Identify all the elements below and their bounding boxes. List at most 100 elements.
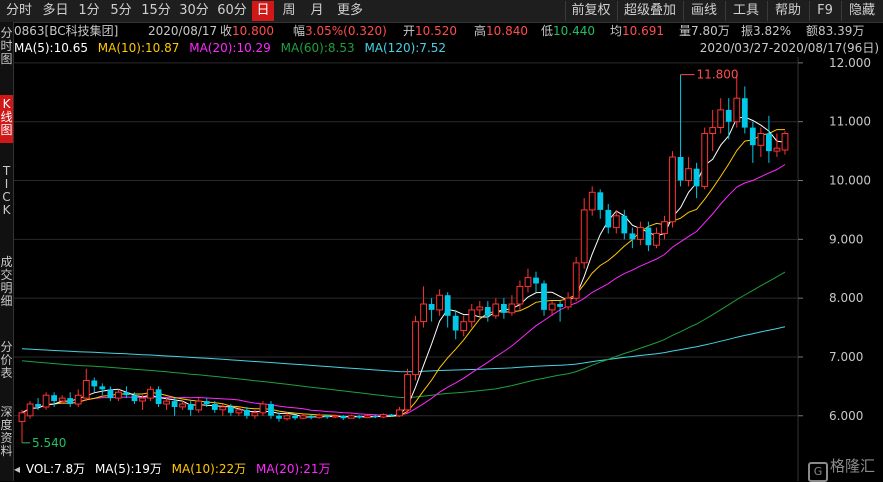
candle-36-body	[308, 415, 314, 418]
candle-21-body	[187, 404, 194, 410]
tab-8[interactable]: 周	[276, 1, 302, 21]
ma120-legend: MA(120):7.52	[364, 41, 447, 55]
tab-5[interactable]: 30分	[176, 1, 212, 21]
candle-56-body	[468, 309, 476, 323]
candle-41	[347, 414, 355, 419]
candle-33-body	[283, 415, 291, 420]
candle-26-body	[227, 406, 234, 413]
candle-27-body	[235, 409, 243, 414]
amt-label: 额	[806, 24, 819, 38]
open-value: 10.520	[415, 24, 458, 38]
candle-69-body	[572, 262, 580, 299]
candle-87-body	[717, 109, 725, 129]
candle-67-body	[557, 304, 563, 307]
candle-71	[588, 186, 596, 216]
change-value: 3.05%(0.320)	[305, 24, 387, 38]
ma10-legend: MA(10):10.87	[97, 41, 180, 55]
candle-43	[364, 414, 371, 419]
candle-44-body	[372, 415, 379, 417]
candle-18	[163, 398, 170, 410]
toolbar-button-4[interactable]: 帮助	[767, 1, 808, 21]
volume-legend: ◂ VOL:7.8万 MA(5):19万 MA(10):22万 MA(20):2…	[14, 460, 331, 478]
candle-63-body	[524, 277, 532, 287]
sidebar-item-1[interactable]: K线图	[0, 95, 13, 143]
sidebar-item-3[interactable]: 成交明细	[0, 253, 13, 314]
candle-88	[725, 98, 732, 140]
candle-70-body	[580, 209, 588, 264]
tab-9[interactable]: 月	[304, 1, 330, 21]
candle-10	[99, 383, 106, 396]
toolbar-button-1[interactable]: 超级叠加	[617, 1, 682, 21]
toolbar-button-3[interactable]: 工具	[725, 1, 766, 21]
candle-38	[324, 414, 331, 419]
toolbar-button-0[interactable]: 前复权	[565, 1, 616, 21]
candle-34-body	[292, 415, 298, 419]
sidebar-item-0[interactable]: 分时图	[0, 24, 13, 72]
candle-95-body	[781, 133, 789, 151]
price-axis: 12.000 11.000 10.000 9.000 8.000 7.000 6.000	[798, 56, 871, 423]
candle-63	[524, 268, 532, 293]
change-pct: 幅3.05%(0.320)	[293, 22, 387, 40]
tab-3[interactable]: 5分	[106, 1, 136, 21]
candle-70	[580, 198, 588, 269]
tab-1[interactable]: 多日	[39, 1, 72, 21]
quote-date: 2020/08/17	[148, 24, 218, 38]
amp-label: 振	[741, 24, 754, 38]
sidebar-item-5[interactable]: 深度资料	[0, 403, 13, 464]
avg-price: 均10.691	[610, 22, 664, 40]
candle-93	[766, 115, 772, 163]
candle-50-body	[420, 303, 428, 323]
candle-81-body	[669, 156, 676, 223]
candle-68-body	[564, 297, 572, 308]
candle-79	[653, 227, 660, 249]
tab-0[interactable]: 分时	[1, 1, 37, 21]
candle-58	[484, 301, 491, 322]
tab-10[interactable]: 更多	[332, 1, 368, 21]
candle-94-body	[773, 147, 781, 152]
candle-30-body	[259, 403, 267, 414]
candle-91	[749, 121, 756, 163]
avg-label: 均	[610, 24, 623, 38]
candle-75-body	[621, 215, 628, 234]
amount: 额83.39万	[806, 22, 864, 40]
vol-legend: VOL:7.8万	[25, 462, 86, 476]
toolbar-button-2[interactable]: 画线	[683, 1, 724, 21]
candle-84-body	[693, 168, 700, 187]
toolbar-button-6[interactable]: 隐藏	[841, 1, 882, 21]
candle-48-body	[404, 374, 411, 411]
candles	[18, 74, 789, 443]
toolbar-button-5[interactable]: F9	[809, 1, 840, 21]
candle-5-body	[58, 397, 66, 402]
candle-92	[757, 127, 765, 157]
vol-ma20-legend: MA(20):21万	[256, 462, 331, 476]
logo-text: 格隆汇	[830, 457, 876, 475]
candle-66-body	[548, 303, 556, 311]
tab-2[interactable]: 1分	[74, 1, 104, 21]
candle-37-body	[315, 414, 323, 419]
expand-icon[interactable]: ◂	[14, 462, 20, 476]
amplitude: 振3.82%	[741, 22, 791, 40]
candle-54	[452, 309, 459, 340]
candlestick-chart[interactable]: 12.000 11.000 10.000 9.000 8.000 7.000 6.000 1…	[0, 0, 883, 481]
close-price: 收10.800	[220, 22, 274, 40]
candle-6-body	[67, 398, 74, 404]
ma-legend: MA(5):10.65 MA(10):10.87 MA(20):10.29 MA…	[14, 40, 446, 57]
y-tick-label-3: 9.000	[829, 232, 863, 246]
candle-87	[717, 98, 725, 134]
candle-17	[155, 386, 162, 407]
tab-6[interactable]: 60分	[214, 1, 250, 21]
candle-28-body	[244, 409, 250, 416]
tab-4[interactable]: 15分	[138, 1, 174, 21]
candle-19	[171, 398, 178, 416]
candle-89	[733, 74, 741, 128]
sidebar-item-2[interactable]: TICK	[0, 162, 13, 223]
candle-32	[276, 412, 282, 422]
candle-39-body	[331, 415, 339, 418]
candle-48	[404, 368, 411, 413]
candle-73	[605, 204, 612, 234]
candle-4	[51, 392, 57, 407]
sidebar-item-4[interactable]: 分价表	[0, 338, 13, 386]
candle-77	[637, 221, 644, 246]
tab-7[interactable]: 日	[252, 1, 274, 21]
stock-code: 0863[BC科技集团]	[14, 24, 119, 38]
